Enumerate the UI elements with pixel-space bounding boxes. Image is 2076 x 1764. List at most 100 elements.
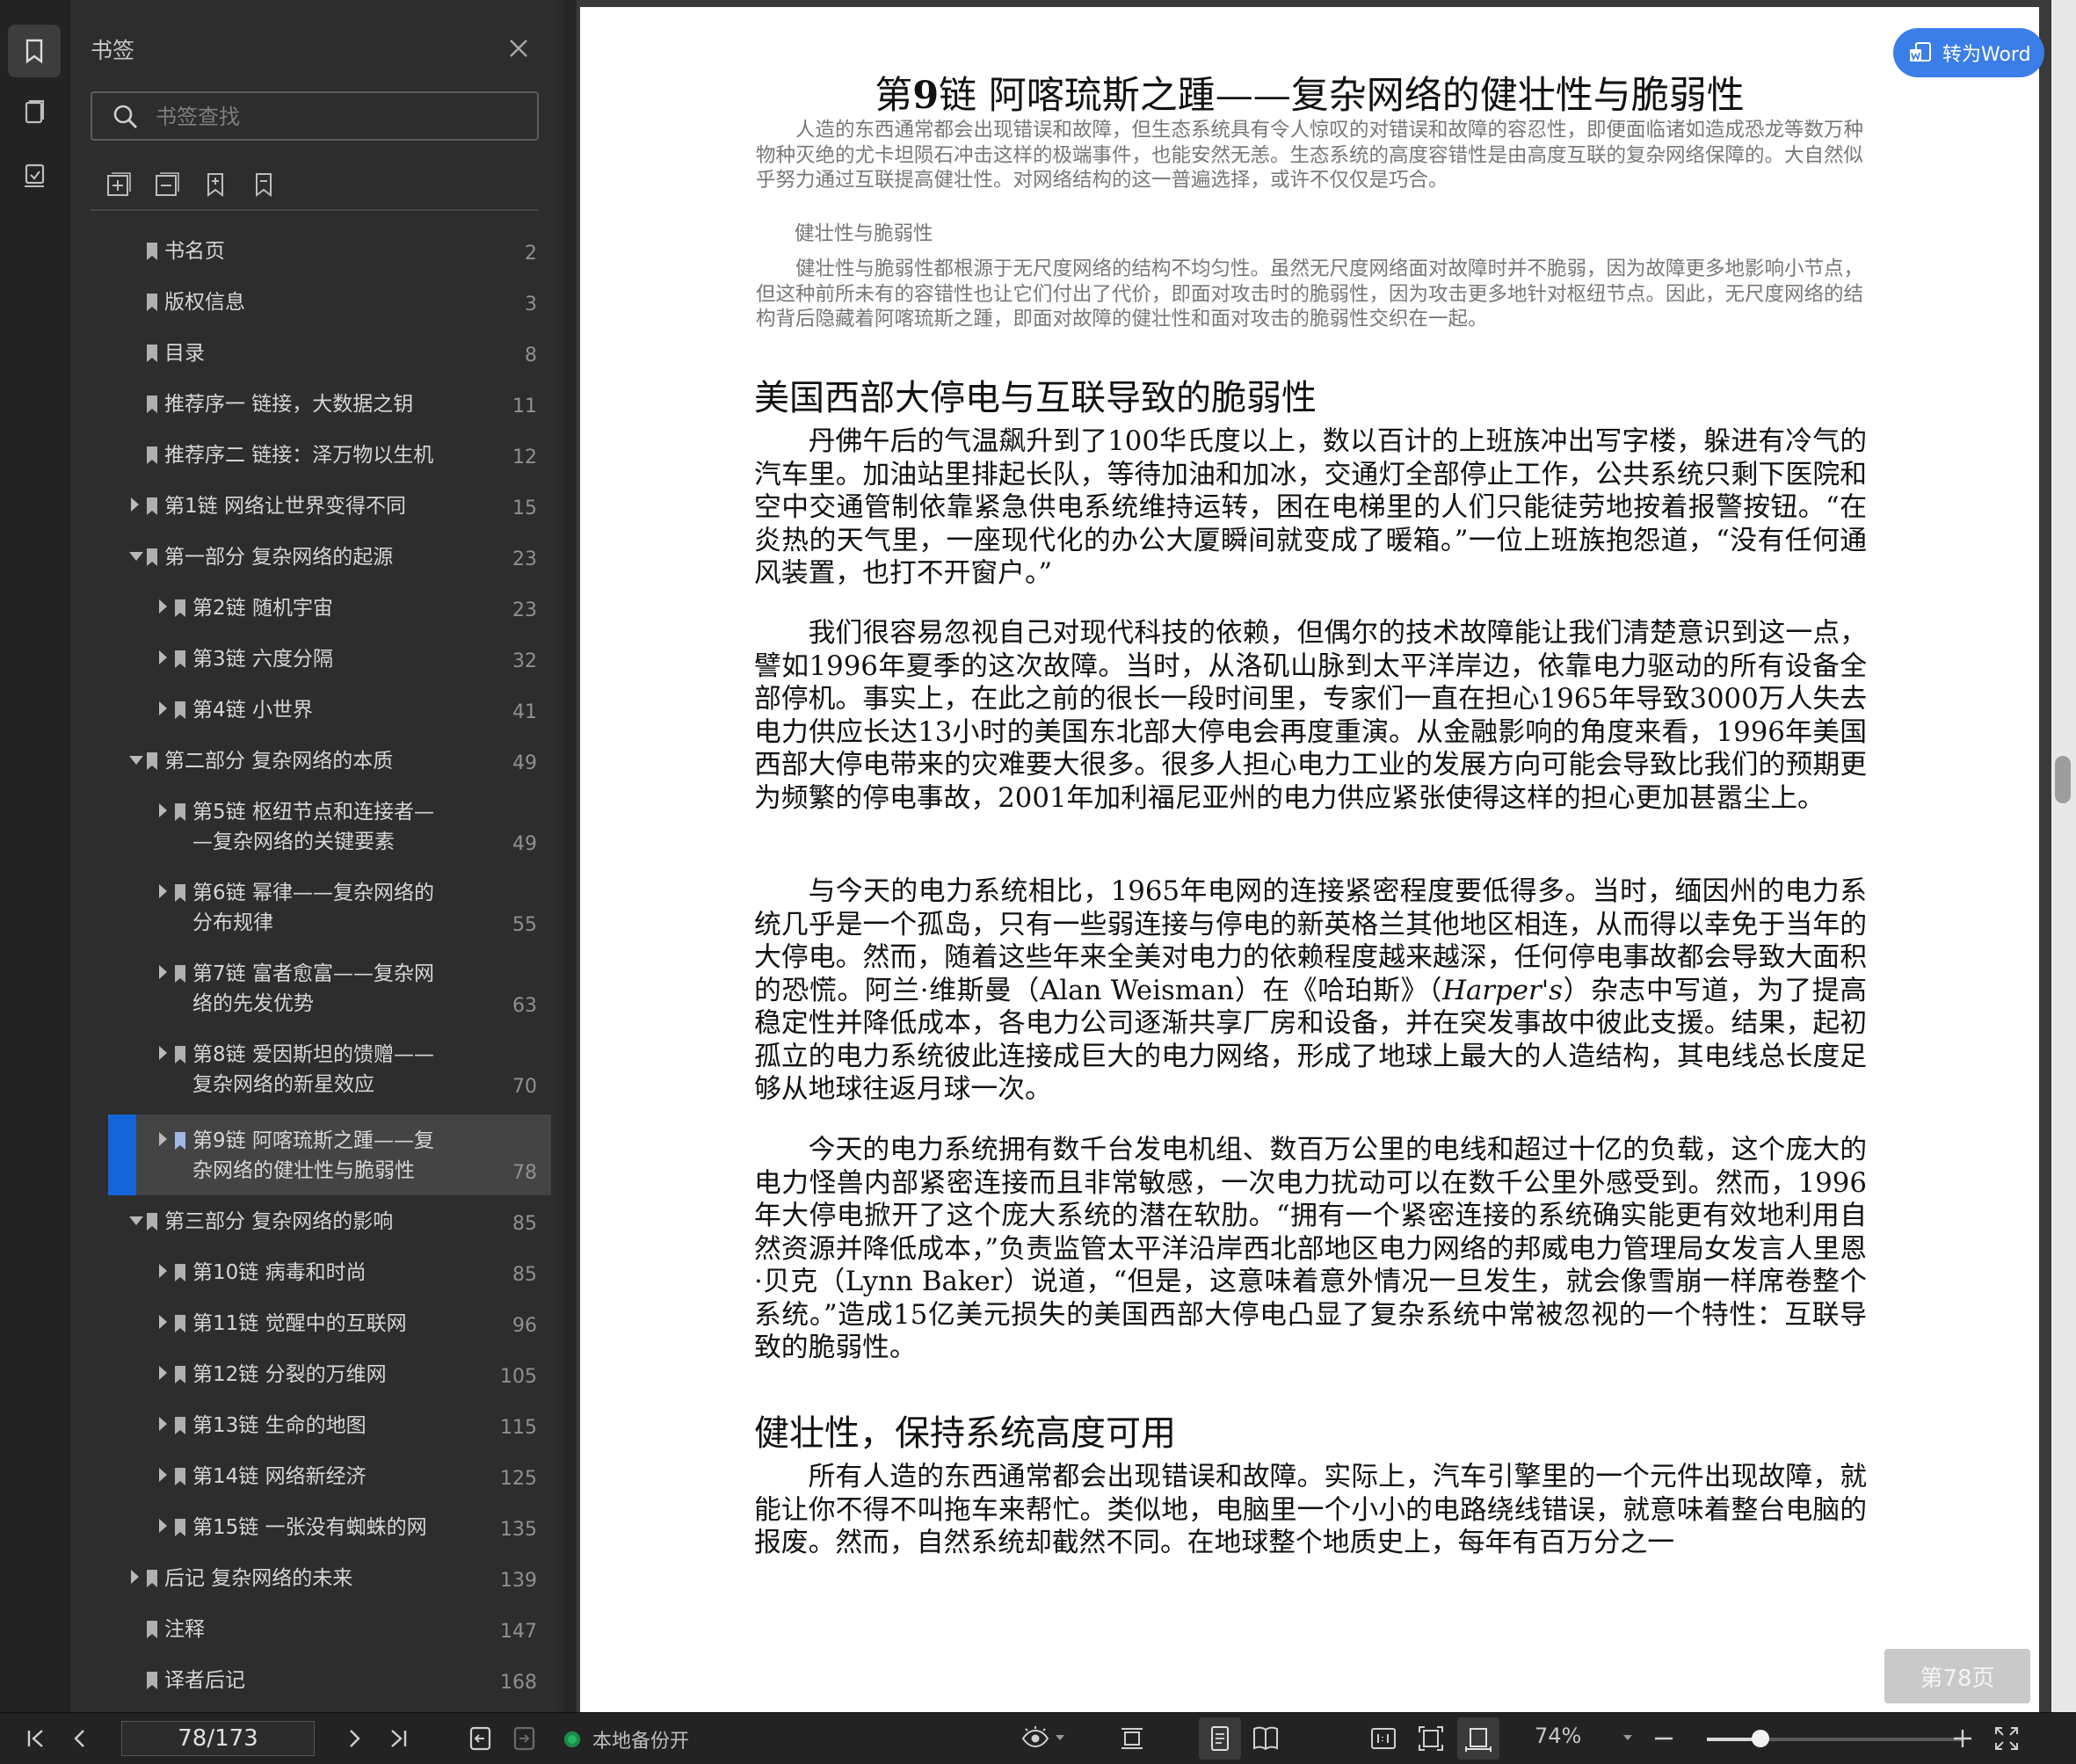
caret-right-icon[interactable]	[159, 1519, 167, 1533]
thumbnail-tab-button[interactable]	[8, 86, 61, 139]
last-page-icon[interactable]	[383, 1724, 413, 1753]
bookmark-label: 第14链 网络新经济	[192, 1465, 367, 1488]
bookmark-item[interactable]: 第8链 爱因斯坦的馈赠—— 复杂网络的新星效应 70	[108, 1028, 551, 1109]
caret-right-icon[interactable]	[159, 701, 167, 715]
bookmark-label: 第6链 幂律——复杂网络的 分布规律	[192, 882, 434, 934]
bookmark-item[interactable]: 后记 复杂网络的未来 139	[108, 1552, 551, 1603]
bookmark-item[interactable]: 第三部分 复杂网络的影响 85	[108, 1195, 551, 1246]
eye-care-button[interactable]	[1014, 1717, 1056, 1760]
remove-bookmark-button[interactable]	[246, 167, 281, 202]
bookmark-icon	[175, 1468, 185, 1485]
bookmark-item[interactable]: 第5链 枢纽节点和连接者— —复杂网络的关键要素 49	[108, 786, 551, 867]
expand-all-icon	[107, 172, 131, 196]
bookmark-page-number: 3	[525, 294, 537, 316]
caret-down-icon[interactable]	[129, 552, 143, 561]
bookmark-item[interactable]: 推荐序二 链接：泽万物以生机 12	[108, 429, 551, 480]
bookmark-item[interactable]: 注释 147	[108, 1603, 551, 1654]
continuous-scroll-button[interactable]	[1111, 1717, 1153, 1760]
annotation-tab-button[interactable]	[8, 149, 61, 202]
single-page-button[interactable]	[1199, 1717, 1241, 1760]
panel-scrollbar[interactable]	[563, 0, 576, 1712]
bookmark-page-number: 139	[500, 1570, 537, 1592]
zoom-level[interactable]: 74%	[1535, 1724, 1581, 1748]
chevron-down-icon[interactable]	[1053, 1731, 1067, 1745]
collapse-all-button[interactable]	[149, 167, 185, 202]
caret-right-icon[interactable]	[159, 884, 167, 898]
bookmark-item[interactable]: 第11链 觉醒中的互联网 96	[108, 1297, 551, 1348]
bookmark-item[interactable]: 第3链 六度分隔 32	[108, 633, 551, 684]
zoom-out-icon[interactable]	[1649, 1724, 1679, 1753]
add-bookmark-button[interactable]	[198, 167, 233, 202]
fit-width-button[interactable]	[1457, 1717, 1499, 1760]
caret-right-icon[interactable]	[159, 1046, 167, 1060]
caret-right-icon[interactable]	[159, 1468, 167, 1482]
bookmark-item[interactable]: 第二部分 复杂网络的本质 49	[108, 735, 551, 786]
bookmark-item[interactable]: 版权信息 3	[108, 276, 551, 327]
caret-right-icon[interactable]	[159, 599, 167, 613]
bookmark-item[interactable]: 第7链 富者愈富——复杂网 络的先发优势 63	[108, 947, 551, 1028]
bookmark-item[interactable]: 第2链 随机宇宙 23	[108, 582, 551, 633]
bookmark-label: 后记 复杂网络的未来	[164, 1567, 353, 1590]
bookmark-item[interactable]: 译者后记 168	[108, 1654, 551, 1705]
caret-right-icon[interactable]	[159, 1132, 167, 1146]
caret-right-icon[interactable]	[159, 803, 167, 817]
convert-to-word-button[interactable]: 转为Word	[1893, 28, 2044, 77]
caret-right-icon[interactable]	[159, 1417, 167, 1431]
bookmark-icon	[147, 497, 157, 515]
caret-right-icon[interactable]	[159, 1315, 167, 1329]
document-scrollbar[interactable]	[2051, 0, 2076, 1712]
bookmark-item[interactable]: 第13链 生命的地图 115	[108, 1399, 551, 1450]
caret-right-icon[interactable]	[131, 497, 139, 512]
bookmark-label: 第7链 富者愈富——复杂网 络的先发优势	[192, 962, 434, 1015]
actual-size-button[interactable]	[1362, 1717, 1405, 1760]
caret-right-icon[interactable]	[131, 1570, 139, 1584]
next-page-icon[interactable]	[339, 1724, 369, 1753]
bookmark-page-number: 2	[525, 243, 537, 265]
bookmark-item[interactable]: 第一部分 复杂网络的起源 23	[108, 531, 551, 582]
back-icon[interactable]	[466, 1724, 496, 1753]
two-page-button[interactable]	[1245, 1717, 1287, 1760]
caret-right-icon[interactable]	[159, 1366, 167, 1380]
previous-page-icon[interactable]	[65, 1724, 95, 1753]
zoom-in-icon[interactable]	[1948, 1724, 1978, 1753]
bookmark-page-number: 105	[500, 1366, 537, 1388]
first-page-icon[interactable]	[21, 1724, 51, 1753]
expand-all-button[interactable]	[101, 167, 136, 202]
page-number-input[interactable]	[121, 1721, 315, 1756]
bookmark-item[interactable]: 第9链 阿喀琉斯之踵——复 杂网络的健壮性与脆弱性 78	[108, 1114, 551, 1195]
zoom-slider-thumb[interactable]	[1751, 1730, 1769, 1747]
chevron-down-icon[interactable]	[1621, 1731, 1635, 1745]
bookmark-label: 目录	[164, 342, 205, 365]
bookmark-item[interactable]: 第10链 病毒和时尚 85	[108, 1246, 551, 1297]
bookmark-item[interactable]: 第6链 幂律——复杂网络的 分布规律 55	[108, 867, 551, 947]
bookmark-item[interactable]: 第12链 分裂的万维网 105	[108, 1348, 551, 1399]
bookmark-item[interactable]: 第1链 网络让世界变得不同 15	[108, 480, 551, 531]
local-backup-status[interactable]: 本地备份开	[564, 1725, 689, 1753]
fullscreen-icon[interactable]	[1992, 1724, 2022, 1753]
bookmark-page-number: 70	[512, 1076, 537, 1098]
bookmark-label: 推荐序一 链接，大数据之钥	[164, 393, 414, 416]
bookmark-icon	[175, 650, 185, 668]
close-icon[interactable]	[504, 33, 534, 63]
bookmark-item[interactable]: 推荐序一 链接，大数据之钥 11	[108, 378, 551, 429]
section-heading: 健壮性，保持系统高度可用	[754, 1413, 1176, 1454]
bookmark-page-number: 12	[512, 446, 537, 468]
bookmark-item[interactable]: 书名页 2	[108, 225, 551, 276]
document-scroll-thumb[interactable]	[2055, 756, 2071, 803]
caret-down-icon[interactable]	[129, 1216, 143, 1225]
bookmark-icon	[175, 1417, 185, 1434]
bookmark-item[interactable]: 目录 8	[108, 327, 551, 378]
caret-right-icon[interactable]	[159, 1264, 167, 1278]
bookmark-item[interactable]: 第4链 小世界 41	[108, 684, 551, 735]
bookmark-item[interactable]: 第14链 网络新经济 125	[108, 1450, 551, 1501]
caret-right-icon[interactable]	[159, 650, 167, 664]
fit-page-button[interactable]	[1410, 1717, 1452, 1760]
bookmark-label: 第三部分 复杂网络的影响	[164, 1210, 394, 1233]
caret-right-icon[interactable]	[159, 965, 167, 979]
bookmark-icon	[175, 1132, 185, 1150]
convert-to-word-label: 转为Word	[1942, 44, 2031, 66]
bookmark-search-input[interactable]	[154, 100, 526, 134]
bookmark-tab-button[interactable]	[8, 25, 61, 77]
bookmark-item[interactable]: 第15链 一张没有蜘蛛的网 135	[108, 1501, 551, 1552]
caret-down-icon[interactable]	[129, 756, 143, 765]
